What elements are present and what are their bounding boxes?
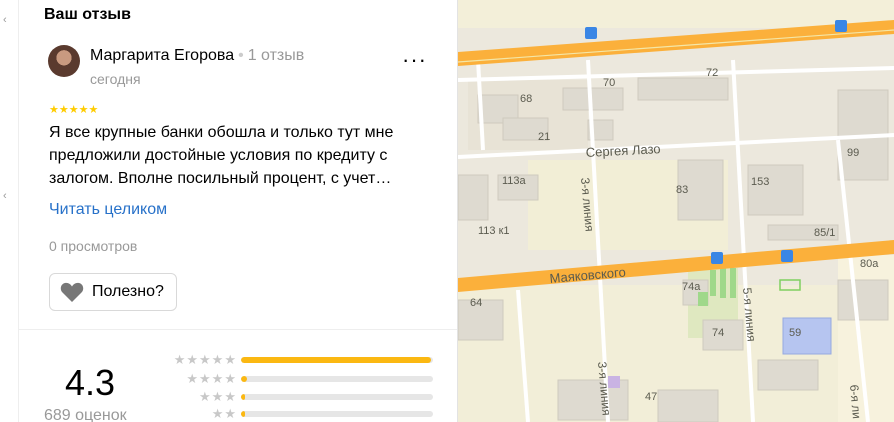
rating-row-stars: ★★ (211, 406, 237, 421)
building-number: 99 (847, 147, 859, 159)
rating-bar (241, 376, 433, 382)
building-number: 47 (645, 391, 657, 403)
views-count: 0 просмотров (49, 238, 138, 254)
rating-bar-fill (241, 394, 245, 400)
rating-row-stars: ★★★★★ (173, 352, 237, 367)
rail-mark: ‹ (3, 190, 7, 202)
building-number: 64 (470, 297, 482, 309)
author-name[interactable]: Маргарита Егорова (90, 47, 234, 64)
rating-bar-fill (241, 411, 245, 417)
building-number: 153 (751, 176, 769, 188)
building-number: 70 (603, 77, 615, 89)
review-author: Маргарита Егорова • 1 отзыв (90, 47, 304, 65)
review-text: Я все крупные банки обошла и только тут … (49, 124, 394, 187)
heart-icon (60, 282, 84, 302)
divider (19, 329, 457, 330)
building-number: 113 к1 (478, 225, 510, 237)
rating-row-stars: ★★★★ (186, 371, 237, 386)
building-number: 85/1 (814, 227, 835, 239)
map-view[interactable]: Сергея Лазо Маяковского 3-я линия 3-я ли… (458, 0, 894, 422)
building-number: 72 (706, 67, 718, 79)
review-stars: ★★★★★ (49, 104, 99, 116)
rating-bar-fill (241, 376, 247, 382)
ratings-count: 689 оценок (44, 407, 127, 422)
rating-row: ★★★★★ (157, 352, 437, 367)
building-number: 113а (502, 175, 527, 187)
read-more-link[interactable]: Читать целиком (49, 201, 167, 219)
review-date: сегодня (90, 71, 141, 87)
building-number: 68 (520, 93, 532, 105)
rating-row: ★★★ (157, 389, 437, 404)
separator: • (238, 47, 244, 64)
author-review-count[interactable]: 1 отзыв (248, 47, 305, 64)
useful-label: Полезно? (92, 283, 164, 300)
rail-mark: ‹ (3, 14, 7, 26)
building-number: 74а (682, 281, 701, 293)
rating-bar (241, 394, 433, 400)
left-rail: ‹ ‹ (0, 0, 19, 422)
building-number: 74 (712, 327, 724, 339)
map-canvas[interactable]: Сергея Лазо Маяковского 3-я линия 3-я ли… (458, 0, 894, 422)
rating-bar (241, 357, 433, 363)
building-number: 80а (860, 258, 879, 270)
average-rating: 4.3 (65, 362, 116, 403)
building-number: 59 (789, 327, 801, 339)
street-label: 6-я ли (847, 384, 864, 419)
avatar[interactable] (48, 45, 80, 77)
building-number: 83 (676, 184, 688, 196)
building-number: 21 (538, 131, 550, 143)
reviews-panel: Ваш отзыв Маргарита Егорова • 1 отзыв сего… (19, 0, 458, 422)
section-title: Ваш отзыв (44, 6, 131, 23)
useful-button[interactable]: Полезно? (49, 273, 177, 311)
rating-bar (241, 411, 433, 417)
rating-row: ★★★★ (157, 371, 437, 386)
rating-bar-fill (241, 357, 432, 363)
ellipsis-icon[interactable]: ··· (402, 49, 427, 71)
rating-row-stars: ★★★ (199, 389, 237, 404)
rating-row: ★★ (157, 406, 437, 421)
